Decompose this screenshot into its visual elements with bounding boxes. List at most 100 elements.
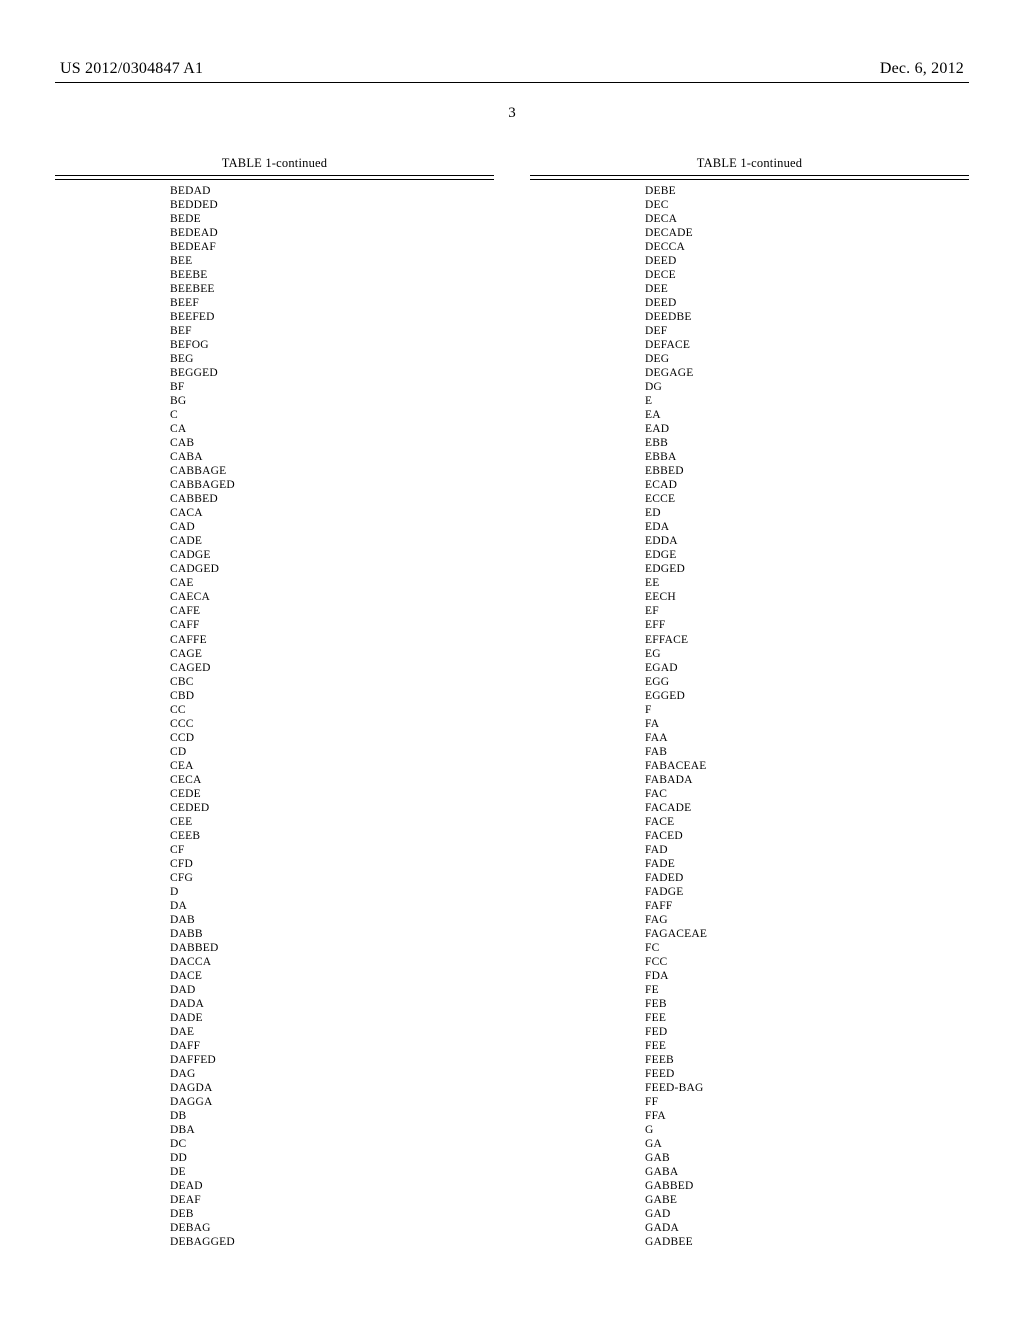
word-entry: BEEBE: [170, 268, 494, 282]
word-entry: EDGE: [645, 548, 969, 562]
word-entry: CFD: [170, 857, 494, 871]
word-entry: EG: [645, 647, 969, 661]
word-entry: BEFOG: [170, 338, 494, 352]
word-entry: GAD: [645, 1207, 969, 1221]
word-list-right: DEBEDECDECADECADEDECCADEEDDECEDEEDEEDDEE…: [530, 184, 969, 1249]
word-entry: DAB: [170, 913, 494, 927]
word-entry: ED: [645, 506, 969, 520]
word-entry: FACADE: [645, 801, 969, 815]
word-entry: FEED: [645, 1067, 969, 1081]
word-entry: DAFFED: [170, 1053, 494, 1067]
word-entry: D: [170, 885, 494, 899]
word-entry: DADE: [170, 1011, 494, 1025]
word-entry: CAFFE: [170, 633, 494, 647]
word-entry: CA: [170, 422, 494, 436]
word-entry: CABBAGED: [170, 478, 494, 492]
word-entry: DECCA: [645, 240, 969, 254]
word-entry: CAB: [170, 436, 494, 450]
word-entry: EDDA: [645, 534, 969, 548]
word-entry: FEB: [645, 997, 969, 1011]
word-entry: EBB: [645, 436, 969, 450]
word-entry: EDA: [645, 520, 969, 534]
word-entry: CCD: [170, 731, 494, 745]
word-entry: DEBAG: [170, 1221, 494, 1235]
content-columns: TABLE 1-continued BEDADBEDDEDBEDEBEDEADB…: [55, 156, 969, 1249]
word-entry: BEDAD: [170, 184, 494, 198]
table-rule: [55, 179, 494, 180]
word-entry: DD: [170, 1151, 494, 1165]
word-entry: DEF: [645, 324, 969, 338]
header-rule: [55, 82, 969, 83]
word-entry: FAD: [645, 843, 969, 857]
word-entry: DEG: [645, 352, 969, 366]
word-entry: DEBE: [645, 184, 969, 198]
word-entry: CBD: [170, 689, 494, 703]
word-entry: CC: [170, 703, 494, 717]
word-entry: BEGGED: [170, 366, 494, 380]
word-entry: CD: [170, 745, 494, 759]
word-entry: BEDDED: [170, 198, 494, 212]
word-entry: CABA: [170, 450, 494, 464]
word-entry: CAECA: [170, 590, 494, 604]
word-entry: CAGE: [170, 647, 494, 661]
table-rule: [530, 179, 969, 180]
word-entry: FADED: [645, 871, 969, 885]
word-entry: GADA: [645, 1221, 969, 1235]
word-entry: EGG: [645, 675, 969, 689]
word-entry: DECADE: [645, 226, 969, 240]
word-entry: BG: [170, 394, 494, 408]
word-entry: DECE: [645, 268, 969, 282]
word-entry: DE: [170, 1165, 494, 1179]
word-entry: BEDE: [170, 212, 494, 226]
word-entry: FAG: [645, 913, 969, 927]
word-entry: EECH: [645, 590, 969, 604]
word-entry: FED: [645, 1025, 969, 1039]
word-entry: E: [645, 394, 969, 408]
word-entry: DAD: [170, 983, 494, 997]
word-entry: DA: [170, 899, 494, 913]
word-entry: FC: [645, 941, 969, 955]
word-entry: FEED-BAG: [645, 1081, 969, 1095]
word-entry: FADGE: [645, 885, 969, 899]
word-entry: CADGED: [170, 562, 494, 576]
word-entry: DAGDA: [170, 1081, 494, 1095]
table-caption-right: TABLE 1-continued: [530, 156, 969, 171]
word-entry: EAD: [645, 422, 969, 436]
word-entry: FEEB: [645, 1053, 969, 1067]
word-entry: FAB: [645, 745, 969, 759]
word-entry: BEG: [170, 352, 494, 366]
word-entry: FF: [645, 1095, 969, 1109]
word-entry: CAGED: [170, 661, 494, 675]
word-entry: DBA: [170, 1123, 494, 1137]
word-entry: CCC: [170, 717, 494, 731]
word-entry: CEA: [170, 759, 494, 773]
word-entry: GAB: [645, 1151, 969, 1165]
word-entry: GABBED: [645, 1179, 969, 1193]
word-entry: BEDEAF: [170, 240, 494, 254]
word-entry: CEEB: [170, 829, 494, 843]
word-entry: DAGGA: [170, 1095, 494, 1109]
word-entry: DACCA: [170, 955, 494, 969]
word-entry: DEE: [645, 282, 969, 296]
word-entry: BEEBEE: [170, 282, 494, 296]
word-entry: GA: [645, 1137, 969, 1151]
word-entry: DEBAGGED: [170, 1235, 494, 1249]
word-entry: FABACEAE: [645, 759, 969, 773]
left-column: TABLE 1-continued BEDADBEDDEDBEDEBEDEADB…: [55, 156, 494, 1249]
word-entry: BEEF: [170, 296, 494, 310]
word-entry: FADE: [645, 857, 969, 871]
word-entry: EE: [645, 576, 969, 590]
word-entry: FDA: [645, 969, 969, 983]
word-entry: FE: [645, 983, 969, 997]
word-entry: CAE: [170, 576, 494, 590]
page-number: 3: [55, 105, 969, 122]
patent-page: US 2012/0304847 A1 Dec. 6, 2012 3 TABLE …: [0, 0, 1024, 1320]
word-entry: ECCE: [645, 492, 969, 506]
word-list-left: BEDADBEDDEDBEDEBEDEADBEDEAFBEEBEEBEBEEBE…: [55, 184, 494, 1249]
word-entry: BEDEAD: [170, 226, 494, 240]
word-entry: DADA: [170, 997, 494, 1011]
word-entry: EBBA: [645, 450, 969, 464]
word-entry: C: [170, 408, 494, 422]
word-entry: DEAD: [170, 1179, 494, 1193]
word-entry: DG: [645, 380, 969, 394]
